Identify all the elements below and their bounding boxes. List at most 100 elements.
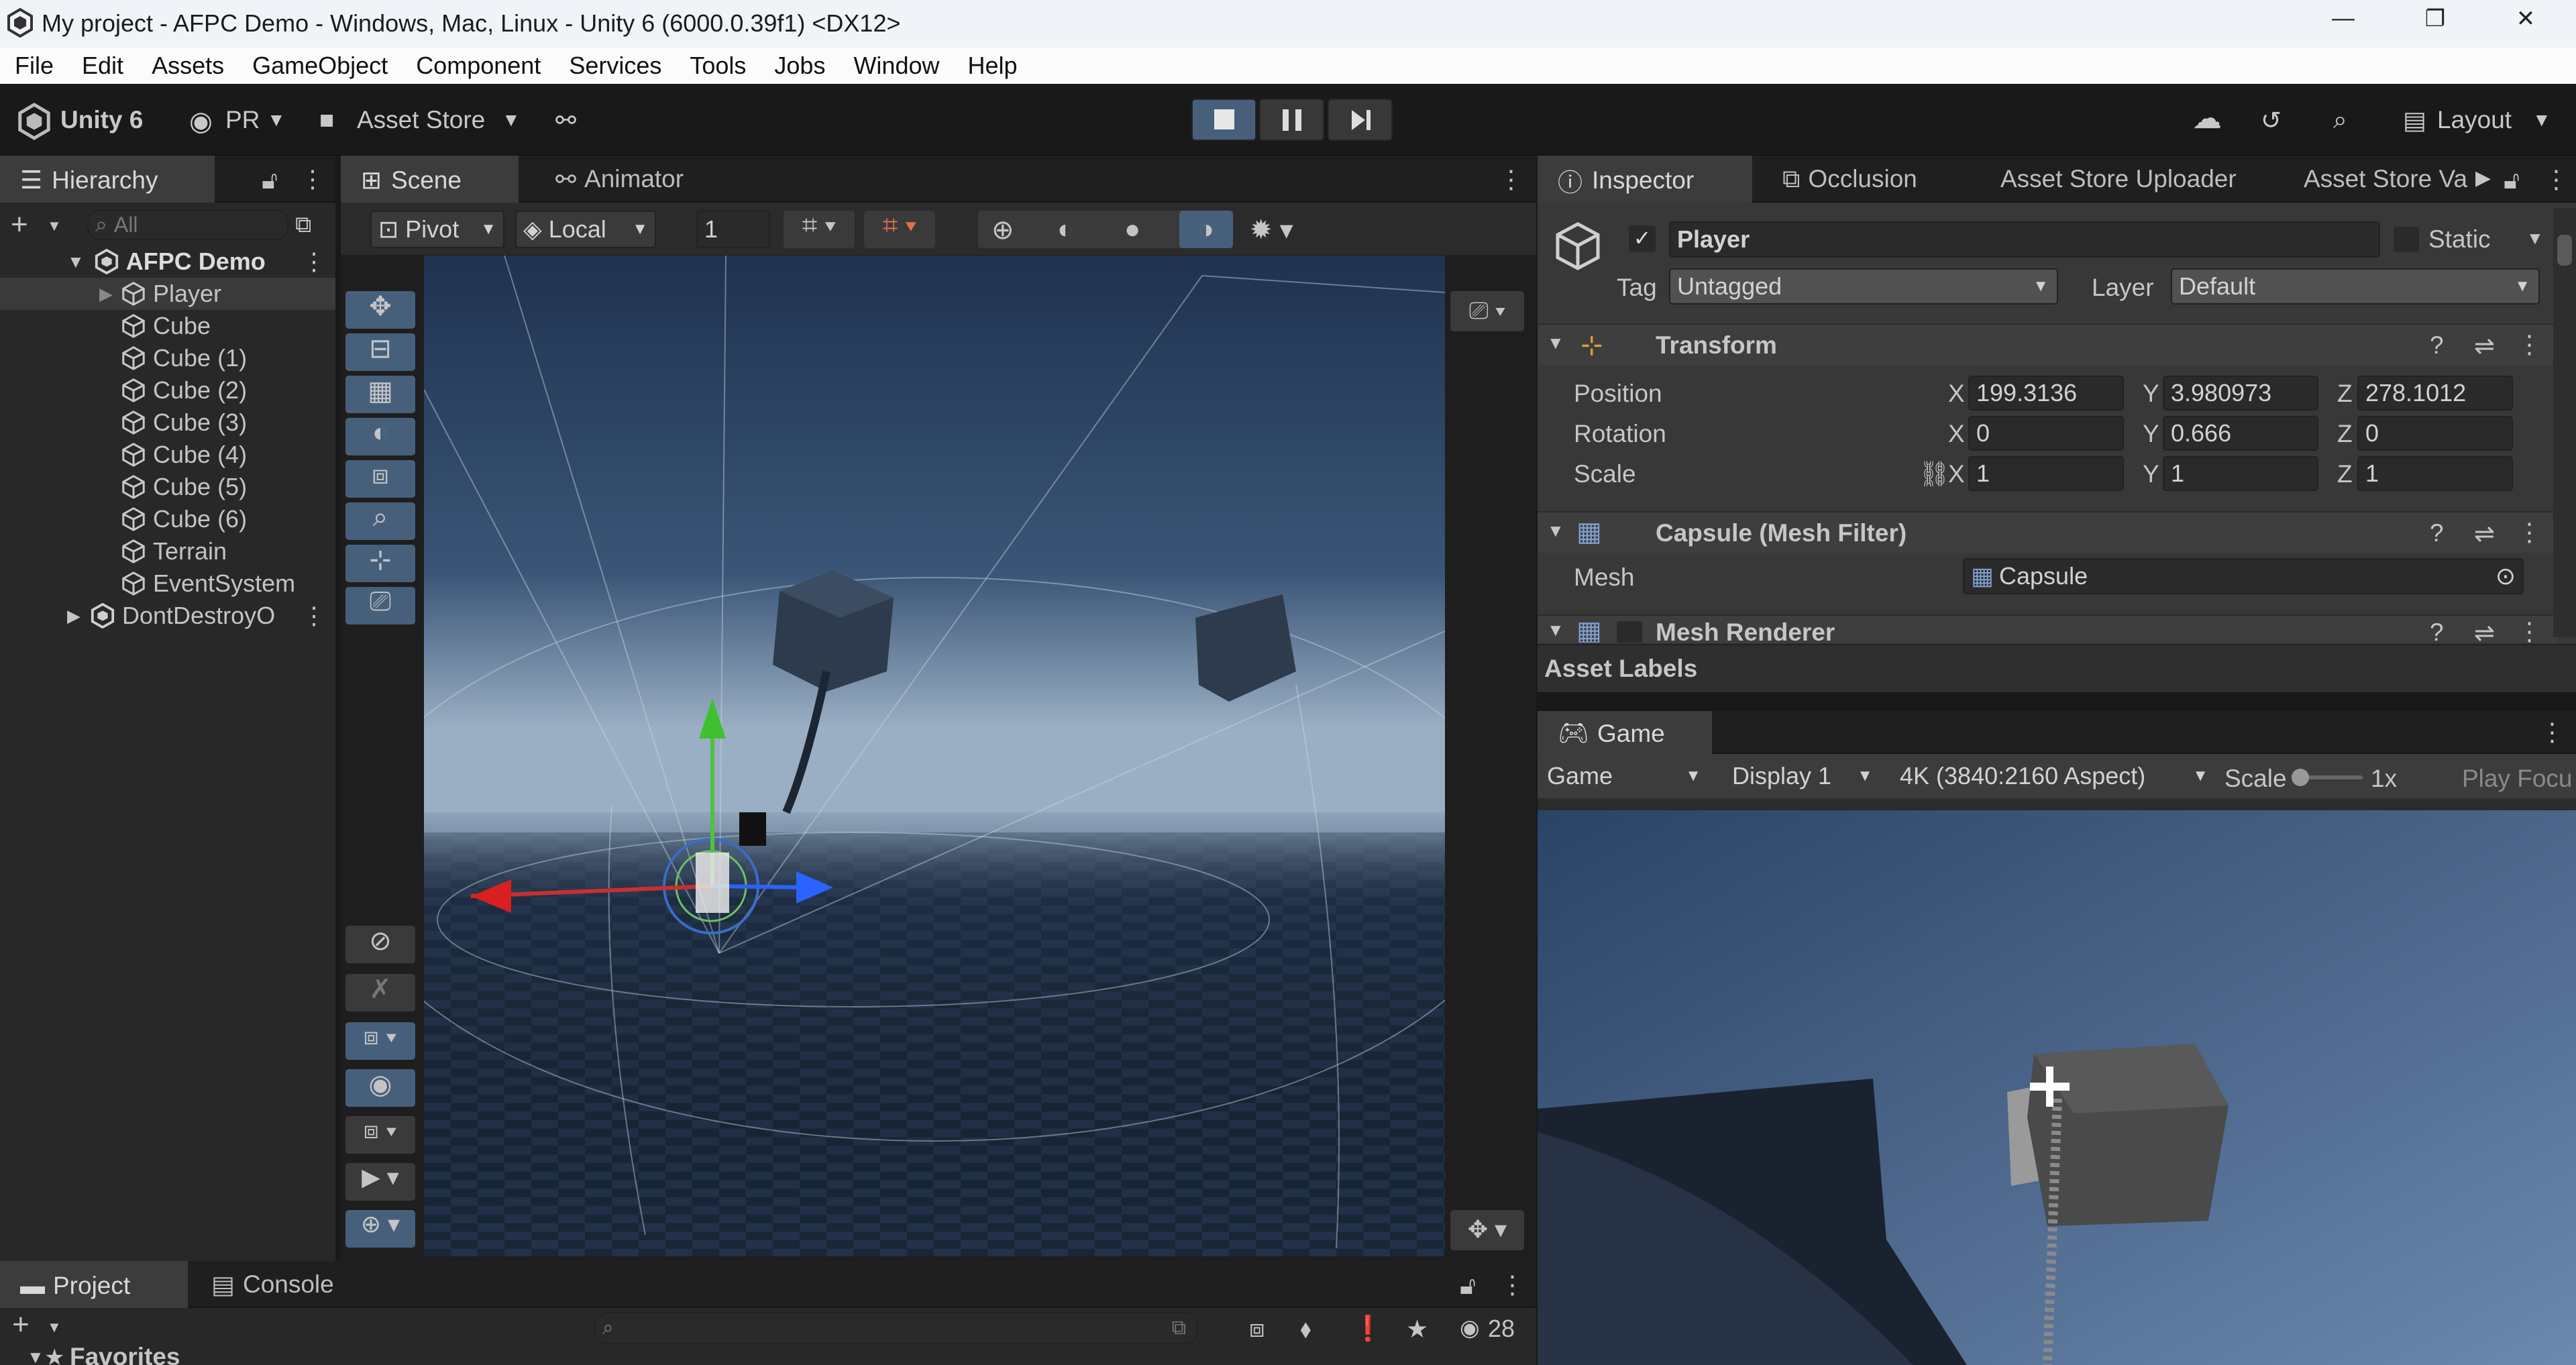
resolution-dropdown[interactable]: 4K (3840:2160 Aspect) ▼ [1893, 758, 2215, 794]
step-button[interactable] [1328, 99, 1393, 141]
gizmos-button[interactable]: ⊕ ▾ [345, 1210, 415, 1248]
hierarchy-item[interactable]: Cube [0, 310, 335, 342]
more-icon[interactable]: ⋮ [2517, 518, 2542, 547]
menu-window[interactable]: Window [853, 52, 939, 80]
tab-inspector[interactable]: ⓘ Inspector [1538, 156, 1752, 203]
minimize-button[interactable]: — [2323, 5, 2363, 43]
play-button[interactable] [1191, 99, 1256, 141]
hierarchy-item[interactable]: Cube (5) [0, 471, 335, 503]
menu-file[interactable]: File [15, 52, 54, 80]
project-search-input[interactable]: ⌕ ⧉ [594, 1312, 1198, 1344]
rotation-z-field[interactable]: 0 [2357, 416, 2513, 451]
lock-icon[interactable]: 🔓︎ [2504, 166, 2520, 195]
tab-asset-store-uploader[interactable]: Asset Store Uploader [1980, 156, 2257, 203]
help-icon[interactable]: ? [2430, 618, 2444, 643]
local-dropdown[interactable]: ◈ Local ▼ [515, 211, 656, 248]
menu-edit[interactable]: Edit [82, 52, 123, 80]
hierarchy-item[interactable]: Cube (1) [0, 342, 335, 374]
label-icon[interactable]: ⬧ [1300, 1315, 1311, 1344]
more-icon[interactable]: ⋮ [1500, 1270, 1525, 1299]
menu-gameobject[interactable]: GameObject [252, 52, 388, 80]
asset-store-button[interactable]: Asset Store [357, 106, 485, 134]
camera-settings-button[interactable]: ▶ ▾ [345, 1163, 415, 1201]
preset-icon[interactable]: ⇌ [2474, 519, 2495, 548]
object-name-field[interactable]: Player [1669, 221, 2380, 258]
scale-slider-thumb[interactable] [2292, 769, 2309, 786]
position-z-field[interactable]: 278.1012 [2357, 376, 2513, 411]
search-by-type-icon[interactable]: ⧉ [1172, 1317, 1186, 1340]
play-focus-button[interactable]: Play Focu [2462, 765, 2573, 793]
grid-visibility-toggle[interactable]: ⌗ ▾ [864, 211, 935, 248]
camera-tool-button[interactable]: ⎚ [345, 587, 415, 624]
scale-slider[interactable] [2292, 769, 2363, 786]
more-icon[interactable]: ⋮ [301, 165, 325, 193]
transform-tool-button[interactable]: ⊹ [345, 545, 415, 582]
scene-camera-dropdown[interactable]: ⎚ ▾ [1450, 291, 1524, 331]
rotation-y-field[interactable]: 0.666 [2163, 416, 2318, 451]
warning-icon[interactable]: ❗ [1352, 1315, 1383, 1344]
hierarchy-item[interactable]: Terrain [0, 535, 335, 567]
active-checkbox[interactable]: ✓ [1629, 225, 1656, 252]
scale-tool-button[interactable]: ◐ [345, 418, 415, 455]
help-icon[interactable]: ? [2430, 331, 2444, 360]
wireframe-icon[interactable]: ⊕ [991, 215, 1014, 245]
scene-viewport[interactable] [424, 256, 1445, 1256]
rect-tool-button[interactable]: ⧈ [345, 460, 415, 498]
lock-icon[interactable]: 🔓︎ [1460, 1272, 1476, 1301]
game-mode-dropdown[interactable]: Game ▼ [1540, 758, 1708, 794]
tab-animator[interactable]: ⚯ Animator [535, 156, 704, 203]
version-control-icon[interactable]: ⚯ [555, 106, 576, 135]
menu-help[interactable]: Help [968, 52, 1018, 80]
preset-icon[interactable]: ⇌ [2474, 618, 2495, 643]
tag-dropdown[interactable]: Untagged ▼ [1669, 268, 2058, 305]
scale-y-field[interactable]: 1 [2163, 456, 2318, 491]
close-button[interactable]: ✕ [2506, 5, 2546, 43]
pause-button[interactable] [1259, 99, 1324, 141]
surface-snap-button[interactable]: ⧈ ▾ [345, 1022, 415, 1060]
game-viewport[interactable] [1538, 810, 2576, 1365]
more-icon[interactable]: ⋮ [2540, 718, 2565, 747]
vertex-snap-button[interactable]: ✗ [345, 974, 415, 1012]
star-icon[interactable]: ★ [1406, 1315, 1428, 1344]
mesh-renderer-checkbox[interactable] [1617, 621, 1642, 643]
more-icon[interactable]: ⋮ [302, 602, 326, 630]
hierarchy-item[interactable]: ▶ Player [0, 278, 335, 310]
dontdestroy-row[interactable]: ▶ DontDestroyO ⋮ [0, 600, 335, 632]
scrollbar-thumb[interactable] [2557, 235, 2572, 266]
more-icon[interactable]: ⋮ [2517, 330, 2542, 359]
layer-dropdown[interactable]: Default ▼ [2171, 268, 2540, 305]
search-tool-button[interactable]: ⌕ [345, 502, 415, 540]
view-tool-button[interactable]: ✥ [345, 291, 415, 329]
snap-increment-button[interactable]: ⊘ [345, 926, 415, 963]
scale-z-field[interactable]: 1 [2357, 456, 2513, 491]
pivot-dropdown[interactable]: ⊡ Pivot ▼ [370, 211, 504, 248]
move-tool-button[interactable]: ⊟ [345, 333, 415, 371]
cloud-icon[interactable]: ☁ [2192, 101, 2222, 135]
restore-button[interactable]: ❐ [2415, 5, 2455, 43]
static-checkbox[interactable] [2394, 227, 2419, 252]
history-icon[interactable]: ↺ [2261, 106, 2282, 135]
transform-header[interactable]: ▼ ⊹ Transform ? ⇌ ⋮ [1538, 323, 2557, 365]
rotation-x-field[interactable]: 0 [1968, 416, 2124, 451]
position-x-field[interactable]: 199.3136 [1968, 376, 2124, 411]
menu-services[interactable]: Services [569, 52, 661, 80]
lit-toggle-icon[interactable]: ◑ [1179, 211, 1233, 248]
rotate-tool-button[interactable]: ▦ [345, 376, 415, 413]
filter-type-icon[interactable]: ⧈ [1249, 1315, 1265, 1344]
object-picker-icon[interactable]: ⊙ [2496, 562, 2516, 590]
tab-hierarchy[interactable]: ☰ Hierarchy [0, 156, 215, 203]
debug-bug-icon[interactable]: ✹ ▾ [1250, 215, 1293, 245]
tab-scene[interactable]: ⊞ Scene [341, 156, 519, 203]
asset-labels-bar[interactable]: Asset Labels [1538, 644, 2576, 692]
hierarchy-item[interactable]: Cube (2) [0, 374, 335, 406]
tab-game[interactable]: 🎮︎ Game [1538, 711, 1712, 754]
scene-visibility-icon[interactable]: ⧉ [295, 212, 311, 238]
menu-component[interactable]: Component [416, 52, 541, 80]
hierarchy-item[interactable]: Cube (4) [0, 439, 335, 471]
menu-assets[interactable]: Assets [152, 52, 224, 80]
search-icon[interactable]: ⌕ [2333, 106, 2347, 135]
tab-project[interactable]: ▬ Project [0, 1261, 188, 1308]
help-icon[interactable]: ? [2430, 519, 2444, 547]
add-button[interactable]: + [12, 1308, 30, 1342]
account-button[interactable]: PR [225, 106, 260, 134]
